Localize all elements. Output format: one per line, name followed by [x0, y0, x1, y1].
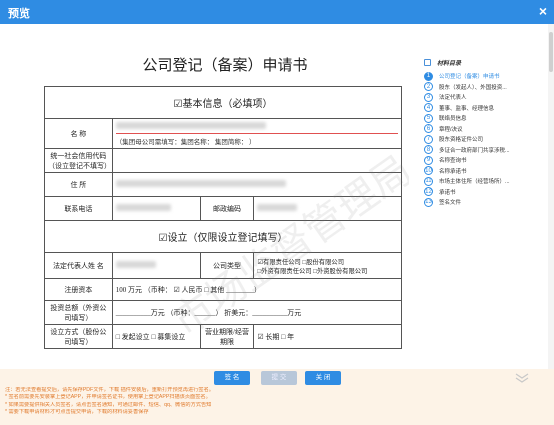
toc-item-label: 股东（发起人）、外国投资...: [439, 84, 507, 91]
toc-item-label: 多证合一政府部门共享涉税...: [439, 147, 510, 154]
toc-item-number: 11: [424, 176, 433, 186]
toc-item[interactable]: 6 章程/决议: [424, 124, 546, 135]
investment-value: __________万元 （币种：______） 折美元：__________万…: [111, 300, 403, 325]
toc-item-number: 3: [424, 92, 433, 102]
toc-item[interactable]: 13 签名文件: [424, 197, 546, 208]
toc-item[interactable]: 4 董事、监事、经理信息: [424, 103, 546, 114]
credit-code-label: 统一社会信用代码（设立登记不填写）: [44, 148, 113, 173]
registered-capital-value: 100 万元 （币种： ☑ 人民币 □ 其他 ________）: [111, 278, 403, 301]
toc-item-number: 5: [424, 113, 433, 123]
toc-item[interactable]: 12 承诺书: [424, 187, 546, 198]
toc-item-number: 12: [424, 187, 433, 197]
toc-item-number: 9: [424, 155, 433, 165]
name-divider: [115, 132, 398, 134]
submit-button[interactable]: 提 交: [261, 371, 297, 385]
scrollbar-thumb[interactable]: [549, 32, 553, 72]
toc-item-number: 8: [424, 145, 433, 155]
toc-item[interactable]: 9 名称查询书: [424, 155, 546, 166]
toc-list: 1 公司登记（备案）申请书 2 股东（发起人）、外国投资... 3 法定代表人 4 董事、监事…: [424, 71, 546, 208]
phone-value: [111, 196, 201, 221]
toc-item-number: 2: [424, 82, 433, 92]
toc-item-label: 联络员信息: [439, 116, 467, 123]
window-title: 预览: [8, 8, 30, 20]
list-icon: [424, 58, 431, 66]
toc-item-number: 4: [424, 103, 433, 113]
toc-item-number: 1: [424, 71, 433, 81]
toc-item[interactable]: 8 多证合一政府部门共享涉税...: [424, 145, 546, 156]
action-buttons: 签 名 提 交 关 闭: [0, 371, 554, 385]
legal-rep-value: [111, 252, 201, 279]
scrollbar[interactable]: [548, 24, 554, 369]
chevron-down-icon[interactable]: [514, 371, 530, 385]
toc-item[interactable]: 1 公司登记（备案）申请书: [424, 71, 546, 82]
toc-item-number: 13: [424, 197, 433, 207]
toc-item[interactable]: 3 法定代表人: [424, 92, 546, 103]
section-basic-info: ☑基本信息（必填项）: [44, 86, 402, 119]
toc-item[interactable]: 10 名称承诺书: [424, 166, 546, 177]
application-form: ☑基本信息（必填项） 名 称 （集团母公司需填写：集团名称： 集团简称： ） 统…: [44, 86, 403, 349]
phone-redacted: [115, 204, 171, 211]
toc-item-label: 董事、监事、经理信息: [439, 105, 495, 112]
document-title: 公司登记（备案）申请书: [142, 58, 308, 74]
note-line: * 签名前需要先安装掌上登记APP，并申请签名证书，使用掌上登记APP扫描该页面…: [5, 394, 211, 401]
toc-item[interactable]: 2 股东（发起人）、外国投资...: [424, 82, 546, 93]
credit-code-value: [111, 148, 403, 173]
postcode-value: [253, 196, 402, 221]
name-label: 名 称: [44, 118, 113, 149]
toc-item-label: 公司登记（备案）申请书: [439, 74, 500, 81]
toc-item-label: 承诺书: [439, 189, 456, 196]
address-label: 住 所: [44, 172, 113, 197]
phone-label: 联系电话: [44, 196, 113, 221]
note-line: * 如果需要提供相关人员签名，请点击签名通知，可通过邮件、短信、qq、微信的方式…: [5, 401, 212, 408]
toc-title: 材料目录: [437, 60, 462, 67]
toc-header: 材料目录: [424, 56, 546, 68]
document-viewer[interactable]: 公司登记（备案）申请书 ☑基本信息（必填项） 名 称 （集团母公司需填写：集团名…: [0, 24, 409, 369]
materials-toc: 材料目录 1 公司登记（备案）申请书 2 股东（发起人）、外国投资... 3 法定代表人 4…: [424, 56, 546, 208]
toc-item-label: 名称查询书: [439, 158, 467, 165]
toc-item-number: 7: [424, 134, 433, 144]
registered-capital-label: 注册资本: [44, 278, 113, 301]
close-button[interactable]: 关 闭: [305, 371, 341, 385]
establish-method-label: 设立方式（股份公司填写）: [44, 324, 113, 349]
close-icon[interactable]: ×: [539, 3, 547, 19]
legal-rep-label: 法定代表人姓 名: [44, 252, 113, 279]
address-redacted: [115, 180, 286, 187]
toc-item-label: 签名文件: [439, 200, 462, 207]
name-value: （集团母公司需填写：集团名称： 集团简称： ）: [111, 118, 403, 149]
legal-rep-redacted: [115, 261, 156, 268]
toc-item-number: 6: [424, 124, 433, 134]
business-term-label: 营业期限/经营期限: [199, 324, 255, 349]
company-type-value: ☑有限责任公司 □股份有限公司 □外资有限责任公司 □外资股份有限公司: [253, 252, 402, 279]
bottom-panel: 签 名 提 交 关 闭 注：若无法查看提交后，请先保存PDF文件，下载 插件安装…: [0, 369, 554, 425]
toc-item[interactable]: 11 市场主体住所（经营场所）...: [424, 176, 546, 187]
company-type-label: 公司类型: [199, 252, 255, 279]
name-hint: （集团母公司需填写：集团名称： 集团简称： ）: [115, 138, 256, 146]
address-value: [111, 172, 403, 197]
toc-item-label: 市场主体住所（经营场所）...: [439, 179, 510, 186]
toc-item-label: 法定代表人: [439, 95, 467, 102]
toc-item-label: 章程/决议: [439, 126, 463, 133]
note-line: 注：若无法查看提交后，请先保存PDF文件，下载 插件安装后，重新打开预览再进行签…: [5, 387, 214, 393]
postcode-redacted: [257, 204, 298, 211]
toc-item[interactable]: 7 股东资格证件公司: [424, 134, 546, 145]
postcode-label: 邮政编码: [199, 196, 255, 221]
section-establish: ☑设立（仅限设立登记填写）: [44, 220, 402, 253]
window-titlebar: 预览 ×: [0, 0, 554, 24]
name-value-redacted: [115, 121, 266, 129]
establish-method-value: □ 发起设立 □ 募集设立: [111, 324, 201, 349]
sign-button[interactable]: 签 名: [214, 371, 250, 385]
toc-item-label: 名称承诺书: [439, 168, 467, 175]
note-line: * 需要下载申请材料才可点击提交申请，下载的材料请妥善保存: [5, 409, 149, 416]
toc-item-label: 股东资格证件公司: [439, 137, 484, 144]
business-term-value: ☑ 长期 □ 年: [253, 324, 402, 349]
toc-item-number: 10: [424, 166, 433, 176]
notes: 注：若无法查看提交后，请先保存PDF文件，下载 插件安装后，重新打开预览再进行签…: [5, 387, 405, 417]
investment-label: 投资总额（外资公司填写）: [44, 300, 113, 325]
toc-item[interactable]: 5 联络员信息: [424, 113, 546, 124]
